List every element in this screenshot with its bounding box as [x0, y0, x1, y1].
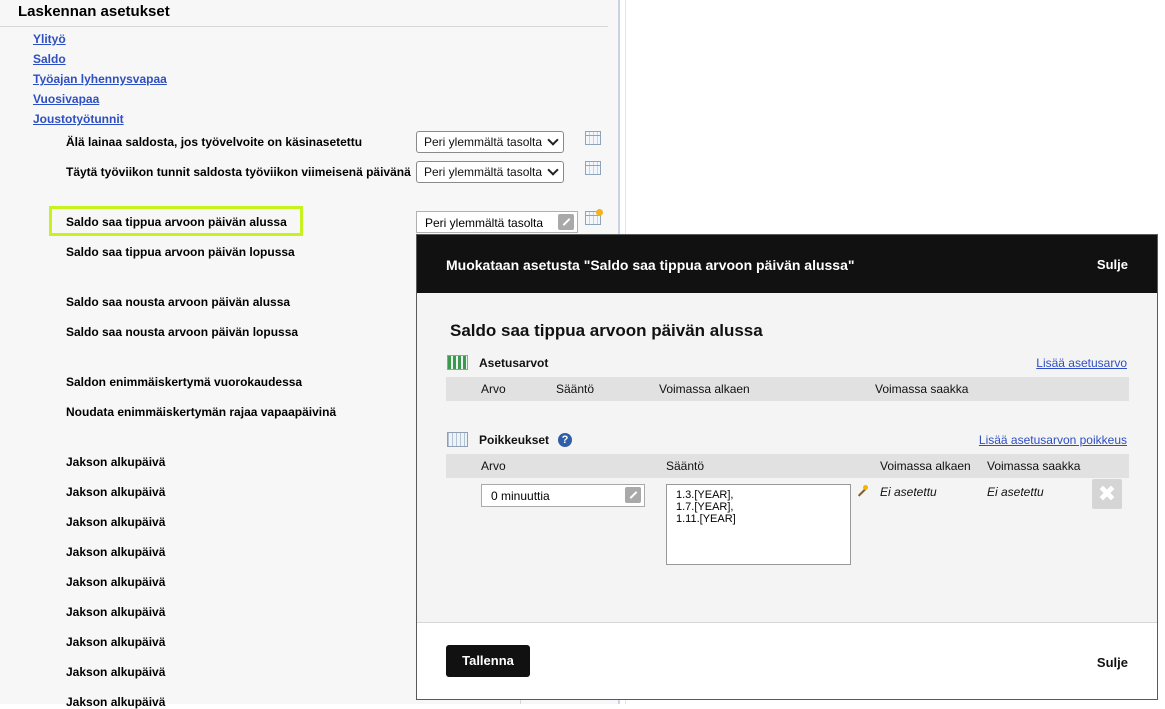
add-exception-link[interactable]: Lisää asetusarvon poikkeus [979, 433, 1127, 447]
panel-title: Laskennan asetukset [18, 3, 170, 20]
setting-label: Jakson alkupäivä [66, 665, 166, 679]
setting-label: Saldo saa tippua arvoon päivän lopussa [66, 245, 295, 259]
nav-link-tyoajan-lyhennysvapaa[interactable]: Työajan lyhennysvapaa [33, 72, 167, 86]
setting-values-icon [447, 355, 468, 370]
title-divider [0, 26, 608, 27]
setting-label: Noudata enimmäiskertymän rajaa vapaapäiv… [66, 405, 337, 419]
values-table-header: Arvo Sääntö Voimassa alkaen Voimassa saa… [446, 377, 1129, 401]
calendar-edit-icon[interactable] [585, 209, 603, 225]
rule-textarea[interactable]: 1.3.[YEAR], 1.7.[YEAR], 1.11.[YEAR] [666, 484, 851, 565]
valid-from-value[interactable]: Ei asetettu [880, 485, 937, 499]
setting-label: Jakson alkupäivä [66, 545, 166, 559]
valid-to-value[interactable]: Ei asetettu [987, 485, 1044, 499]
setting-label: Saldo saa nousta arvoon päivän lopussa [66, 325, 299, 339]
setting-heading: Saldo saa tippua arvoon päivän alussa [450, 321, 763, 340]
column-header: Arvo [481, 382, 506, 396]
setting-value-field[interactable]: Peri ylemmältä tasolta [416, 211, 578, 233]
exception-value: 0 minuuttia [491, 489, 550, 503]
column-header: Voimassa alkaen [880, 459, 971, 473]
setting-label-selected[interactable]: Saldo saa tippua arvoon päivän alussa [66, 215, 287, 229]
chevron-down-icon [547, 164, 559, 176]
dialog-footer: Tallenna Sulje [417, 623, 1157, 699]
calendar-icon[interactable] [585, 131, 601, 145]
setting-value: Peri ylemmältä tasolta [425, 216, 544, 230]
column-header: Voimassa alkaen [659, 382, 750, 396]
setting-label: Jakson alkupäivä [66, 575, 166, 589]
nav-link-vuosivapaa[interactable]: Vuosivapaa [33, 92, 99, 106]
column-header: Voimassa saakka [875, 382, 969, 396]
setting-label: Jakson alkupäivä [66, 635, 166, 649]
setting-label: Jakson alkupäivä [66, 455, 166, 469]
setting-label: Älä lainaa saldosta, jos työvelvoite on … [66, 135, 363, 149]
rule-line: 1.11.[YEAR] [676, 513, 736, 525]
chevron-down-icon [547, 134, 559, 146]
rule-line: 1.7.[YEAR], [676, 501, 734, 513]
magic-wand-icon[interactable] [855, 485, 869, 499]
dialog-title: Muokataan asetusta "Saldo saa tippua arv… [446, 257, 855, 273]
delete-exception-button[interactable]: ✖ [1092, 479, 1122, 509]
setting-label: Jakson alkupäivä [66, 695, 166, 709]
calendar-icon[interactable] [585, 161, 601, 175]
column-header: Sääntö [556, 382, 595, 396]
setting-label: Jakson alkupäivä [66, 605, 166, 619]
nav-link-joustotyotunnit[interactable]: Joustotyötunnit [33, 112, 124, 126]
pencil-icon[interactable] [625, 487, 641, 503]
setting-label: Saldo saa nousta arvoon päivän alussa [66, 295, 291, 309]
nav-link-ylityo[interactable]: Ylityö [33, 32, 66, 46]
close-button-top[interactable]: Sulje [1097, 257, 1128, 272]
column-header: Sääntö [666, 459, 705, 473]
inherit-select[interactable]: Peri ylemmältä tasolta [416, 161, 564, 183]
values-section-title: Asetusarvot [479, 356, 549, 370]
nav-link-saldo[interactable]: Saldo [33, 52, 66, 66]
exceptions-table-header: Arvo Sääntö Voimassa alkaen Voimassa saa… [446, 454, 1129, 478]
rule-line: 1.3.[YEAR], [676, 489, 734, 501]
help-icon[interactable]: ? [558, 433, 572, 447]
select-value: Peri ylemmältä tasolta [424, 135, 543, 149]
exception-value-field[interactable]: 0 minuuttia [481, 484, 645, 507]
inherit-select[interactable]: Peri ylemmältä tasolta [416, 131, 564, 153]
save-button[interactable]: Tallenna [446, 645, 530, 677]
setting-label: Täytä työviikon tunnit saldosta työviiko… [66, 165, 411, 179]
setting-label: Jakson alkupäivä [66, 485, 166, 499]
add-setting-value-link[interactable]: Lisää asetusarvo [1036, 356, 1127, 370]
column-header: Arvo [481, 459, 506, 473]
column-header: Voimassa saakka [987, 459, 1081, 473]
exceptions-section-title: Poikkeukset [479, 433, 550, 447]
setting-label: Saldon enimmäiskertymä vuorokaudessa [66, 375, 303, 389]
exceptions-icon [447, 432, 468, 447]
select-value: Peri ylemmältä tasolta [424, 165, 543, 179]
edit-setting-dialog: Muokataan asetusta "Saldo saa tippua arv… [416, 234, 1158, 700]
pencil-icon[interactable] [558, 214, 574, 230]
close-button-bottom[interactable]: Sulje [1097, 655, 1128, 670]
setting-label: Jakson alkupäivä [66, 515, 166, 529]
dialog-header: Muokataan asetusta "Saldo saa tippua arv… [417, 235, 1157, 293]
